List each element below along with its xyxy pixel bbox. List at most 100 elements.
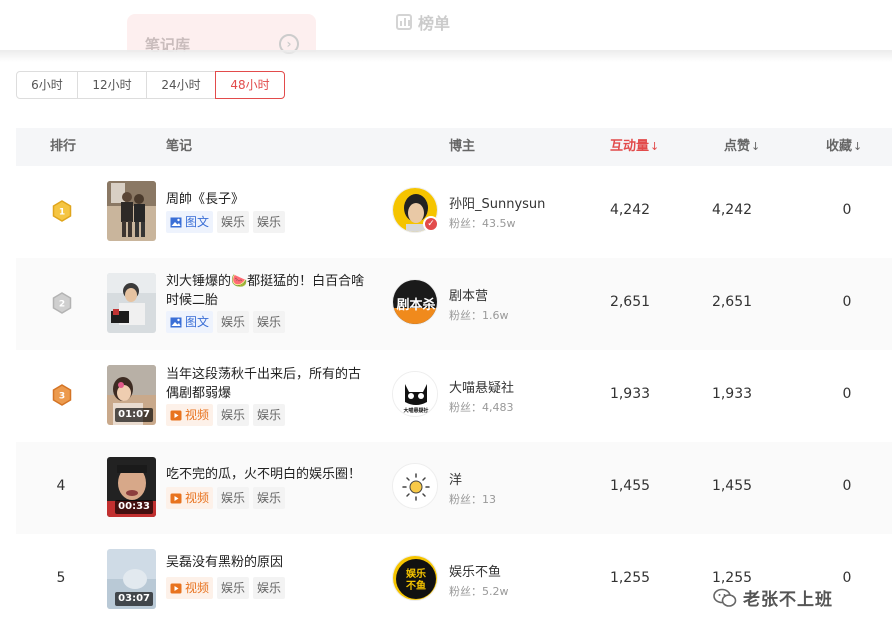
note-tags: 图文 娱乐 娱乐 xyxy=(166,211,286,233)
table-row[interactable]: 2 刘大锤爆的🍉都挺猛的！白百合啥时候二胎 图文 娱乐 娱乐 剧本杀 剧本营 粉… xyxy=(16,258,892,350)
category-tag: 娱乐 xyxy=(253,577,286,599)
blogger-name[interactable]: 孙阳_Sunnysun xyxy=(449,193,545,212)
note-thumbnail[interactable] xyxy=(107,273,156,333)
bar-chart-icon xyxy=(396,14,412,30)
chevron-right-icon[interactable]: › xyxy=(279,34,299,54)
video-icon xyxy=(170,493,182,503)
favorites-value: 0 xyxy=(842,294,852,310)
fans-count: 43.5w xyxy=(482,217,516,230)
likes-value: 2,651 xyxy=(711,294,753,310)
fans-count: 1.6w xyxy=(482,309,509,322)
interactions-value: 1,255 xyxy=(609,570,651,586)
notes-library-label: 笔记库 xyxy=(145,36,191,54)
column-likes[interactable]: 点赞↓ xyxy=(724,128,760,166)
blogger-fans: 粉丝：1.6w xyxy=(449,307,509,323)
category-tag: 娱乐 xyxy=(217,311,250,333)
table-row[interactable]: 3 01:07 当年这段荡秋千出来后，所有的古偶剧都弱爆 视频 娱乐 娱乐 大喵… xyxy=(16,350,892,442)
time-filter: 6小时 12小时 24小时 48小时 xyxy=(16,71,285,99)
video-thumbnail[interactable]: 03:07 xyxy=(107,549,156,609)
ranking-tab-label: 榜单 xyxy=(418,14,451,33)
note-tags: 图文 娱乐 娱乐 xyxy=(166,311,286,333)
note-tags: 视频 娱乐 娱乐 xyxy=(166,577,286,599)
table-header: 排行 笔记 博主 互动量↓ 点赞↓ 收藏↓ xyxy=(16,128,892,166)
type-tag: 视频 xyxy=(166,577,214,599)
blogger-name[interactable]: 洋 xyxy=(449,469,462,488)
video-icon xyxy=(170,410,182,420)
time-filter-24h[interactable]: 24小时 xyxy=(146,71,216,99)
avatar[interactable]: 大喵悬疑社 xyxy=(392,371,438,417)
interactions-value: 1,455 xyxy=(609,478,651,494)
video-thumbnail[interactable]: 00:33 xyxy=(107,457,156,517)
category-tag: 娱乐 xyxy=(253,211,286,233)
fans-label: 粉丝： xyxy=(449,401,482,414)
column-favorites[interactable]: 收藏↓ xyxy=(826,128,862,166)
watermark: 老张不上班 xyxy=(713,585,833,610)
column-rank: 排行 xyxy=(50,139,77,154)
note-title[interactable]: 周帥《長子》 xyxy=(166,190,371,209)
blogger-name[interactable]: 娱乐不鱼 xyxy=(449,561,501,580)
likes-value: 1,255 xyxy=(711,570,753,586)
category-tag: 娱乐 xyxy=(217,211,250,233)
video-duration: 00:33 xyxy=(115,500,153,514)
blogger-name[interactable]: 大喵悬疑社 xyxy=(449,377,514,396)
avatar[interactable] xyxy=(392,463,438,509)
category-tag: 娱乐 xyxy=(253,311,286,333)
notes-library-tab[interactable]: 笔记库 › xyxy=(127,14,316,54)
fans-label: 粉丝： xyxy=(449,217,482,230)
table-row[interactable]: 4 00:33 吃不完的瓜，火不明白的娱乐圈！ 视频 娱乐 娱乐 洋 粉丝：13 xyxy=(16,442,892,534)
type-tag-label: 视频 xyxy=(185,408,210,422)
video-duration: 01:07 xyxy=(115,408,153,422)
note-title[interactable]: 吃不完的瓜，火不明白的娱乐圈！ xyxy=(166,465,371,484)
video-duration: 03:07 xyxy=(115,592,153,606)
blogger-fans: 粉丝：13 xyxy=(449,491,496,507)
time-filter-12h[interactable]: 12小时 xyxy=(77,71,147,99)
bronze-medal-icon: 3 xyxy=(52,384,72,406)
note-thumbnail[interactable] xyxy=(107,181,156,241)
column-likes-label: 点赞 xyxy=(724,139,751,154)
avatar[interactable]: 娱乐 不鱼 xyxy=(392,555,438,601)
svg-text:2: 2 xyxy=(59,300,65,310)
category-tag: 娱乐 xyxy=(253,404,286,426)
table-row[interactable]: 5 03:07 吴磊没有黑粉的原因 视频 娱乐 娱乐 娱乐 不鱼 娱乐不鱼 粉丝… xyxy=(16,534,892,626)
fans-count: 13 xyxy=(482,493,496,506)
avatar[interactable]: 剧本杀 xyxy=(392,279,438,325)
time-filter-6h[interactable]: 6小时 xyxy=(16,71,78,99)
sun-icon xyxy=(393,464,437,508)
note-title[interactable]: 吴磊没有黑粉的原因 xyxy=(166,553,371,572)
type-tag: 视频 xyxy=(166,404,214,426)
blogger-name[interactable]: 剧本营 xyxy=(449,285,488,304)
note-tags: 视频 娱乐 娱乐 xyxy=(166,487,286,509)
image-icon xyxy=(170,217,182,227)
likes-value: 4,242 xyxy=(711,202,753,218)
ranking-tab[interactable]: 榜单 xyxy=(396,10,450,34)
time-filter-48h[interactable]: 48小时 xyxy=(215,71,285,99)
gold-medal-icon: 1 xyxy=(52,200,72,222)
svg-text:1: 1 xyxy=(59,208,65,218)
sort-desc-icon: ↓ xyxy=(751,140,761,153)
sort-desc-icon: ↓ xyxy=(853,140,863,153)
interactions-value: 4,242 xyxy=(609,202,651,218)
category-tag: 娱乐 xyxy=(253,487,286,509)
category-tag: 娱乐 xyxy=(217,404,250,426)
type-tag-label: 图文 xyxy=(185,215,210,229)
fans-label: 粉丝： xyxy=(449,493,482,506)
rank-number: 5 xyxy=(56,570,66,586)
likes-value: 1,455 xyxy=(711,478,753,494)
type-tag-label: 视频 xyxy=(185,491,210,505)
interactions-value: 1,933 xyxy=(609,386,651,402)
verified-badge-icon: ✓ xyxy=(423,216,439,232)
type-tag-label: 视频 xyxy=(185,581,210,595)
note-title[interactable]: 刘大锤爆的🍉都挺猛的！白百合啥时候二胎 xyxy=(166,272,371,310)
sort-desc-icon: ↓ xyxy=(650,140,660,153)
column-interactions[interactable]: 互动量↓ xyxy=(610,128,659,166)
fans-count: 4,483 xyxy=(482,401,514,414)
type-tag-label: 图文 xyxy=(185,315,210,329)
blogger-fans: 粉丝：43.5w xyxy=(449,215,516,231)
video-thumbnail[interactable]: 01:07 xyxy=(107,365,156,425)
table-row[interactable]: 1 周帥《長子》 图文 娱乐 娱乐 ✓ 孙阳_Sunnysun 粉丝：43.5w… xyxy=(16,166,892,258)
watermark-text: 老张不上班 xyxy=(743,590,833,610)
note-title[interactable]: 当年这段荡秋千出来后，所有的古偶剧都弱爆 xyxy=(166,365,371,403)
rank-number: 4 xyxy=(56,478,66,494)
avatar-text-top: 娱乐 xyxy=(406,567,426,580)
likes-value: 1,933 xyxy=(711,386,753,402)
